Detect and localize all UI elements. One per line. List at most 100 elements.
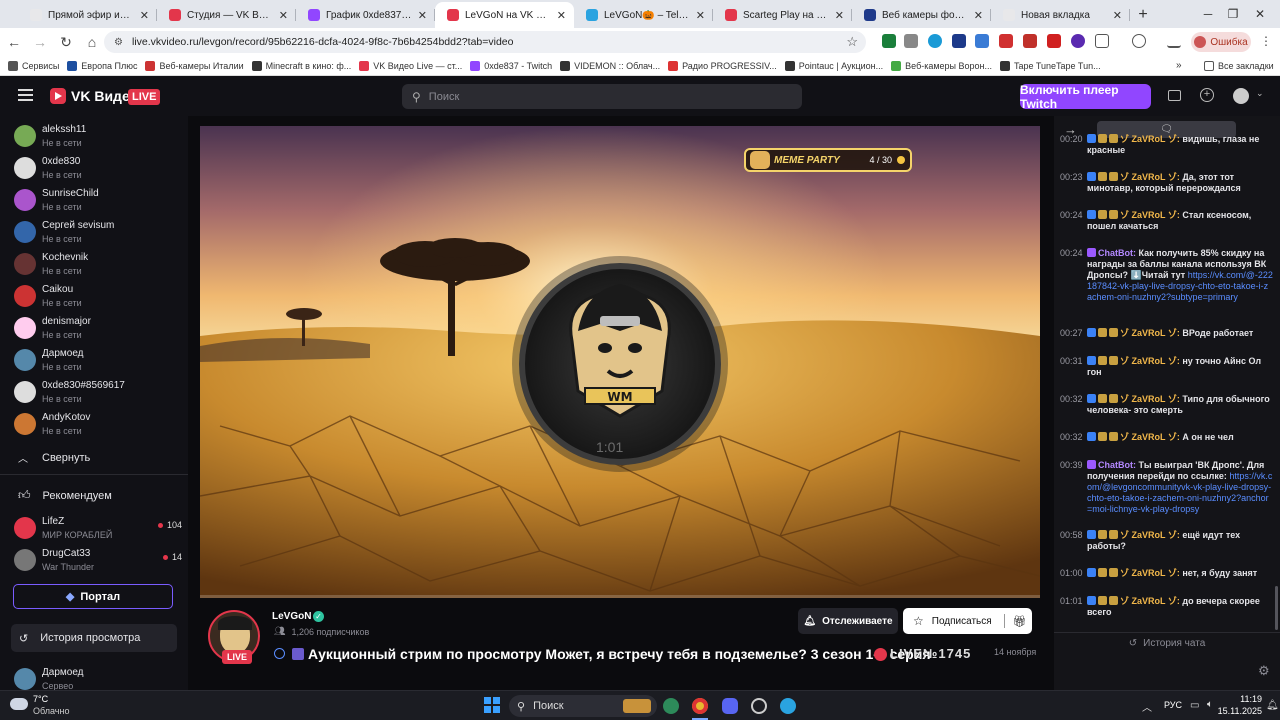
clock-time[interactable]: 11:19 — [1222, 694, 1262, 704]
close-tab-icon[interactable]: ✕ — [974, 9, 983, 22]
chat-scrollbar[interactable] — [1275, 586, 1278, 630]
discord-icon[interactable] — [722, 698, 738, 714]
extensions-puzzle-icon[interactable] — [1095, 34, 1109, 48]
sidebar-channel[interactable]: Сергей sevisum Не в сети — [14, 218, 184, 250]
forward-button[interactable]: → — [28, 30, 52, 54]
sidebar-channel[interactable]: denismajor Не в сети — [14, 314, 184, 346]
sidebar-channel[interactable]: AndyKotov Не в сети — [14, 410, 184, 442]
message-author[interactable]: ゾ ZaVRoL ゾ: — [1120, 394, 1180, 404]
reload-button[interactable]: ↻ — [54, 30, 78, 54]
close-tab-icon[interactable]: ✕ — [279, 9, 288, 22]
message-author[interactable]: ゾ ZaVRoL ゾ: — [1120, 530, 1180, 540]
portal-button[interactable]: ◆ Портал — [13, 584, 173, 609]
history-item[interactable]: Дармоед Сервео — [14, 665, 184, 690]
bookmark-star-icon[interactable]: ☆ — [846, 34, 858, 50]
message-author[interactable]: ゾ ZaVRoL ゾ: — [1120, 328, 1180, 338]
sidebar-channel[interactable]: Kochevnik Не в сети — [14, 250, 184, 282]
media-icon[interactable] — [1132, 34, 1146, 48]
url-bar[interactable]: ⚙ live.vkvideo.ru/levgon/record/95b62216… — [104, 31, 866, 53]
bookmark-item[interactable]: Pointauc | Аукцион... — [784, 60, 883, 71]
new-tab-button[interactable]: + — [1130, 2, 1156, 28]
bookmark-item[interactable]: VIDEMON :: Облач... — [560, 60, 660, 71]
message-author[interactable]: ゾ ZaVRoL ゾ: — [1120, 432, 1180, 442]
library-icon[interactable] — [1168, 90, 1181, 101]
extension-icon[interactable] — [999, 34, 1013, 48]
browser-tab[interactable]: Веб камеры фонтаны он ✕ — [852, 2, 991, 28]
site-info-icon[interactable]: ⚙ — [114, 37, 124, 48]
recommended-header[interactable]: 👍︎ Рекомендуем — [18, 488, 112, 503]
sidebar-channel[interactable]: alekssh11 Не в сети — [14, 122, 184, 154]
clock-date[interactable]: 15.11.2025 — [1200, 706, 1262, 716]
browser-tab[interactable]: Новая вкладка ✕ — [991, 2, 1130, 28]
close-window-button[interactable]: ✕ — [1240, 0, 1280, 28]
sidebar-channel[interactable]: Дармоед Не в сети — [14, 346, 184, 378]
edge-icon[interactable] — [663, 698, 679, 714]
sidebar-channel[interactable]: SunriseChild Не в сети — [14, 186, 184, 218]
browser-tab[interactable]: LeVGoN на VK Видео ✕ — [435, 2, 574, 28]
add-icon[interactable]: + — [1200, 88, 1214, 102]
message-author[interactable]: ゾ ZaVRoL ゾ: — [1120, 210, 1180, 220]
vk-video-logo-icon[interactable] — [50, 88, 66, 104]
extension-icon[interactable] — [882, 34, 896, 48]
browser-tab[interactable]: LeVGoN🎃 – Telegram ✕ — [574, 2, 713, 28]
close-tab-icon[interactable]: ✕ — [140, 9, 149, 22]
browser-tab[interactable]: Студия — VK Видео Live ✕ — [157, 2, 296, 28]
message-author[interactable]: ゾ ZaVRoL ゾ: — [1120, 596, 1180, 606]
bookmark-item[interactable]: Сервисы — [8, 60, 59, 71]
bookmark-item[interactable]: Радио PROGRESSIV... — [668, 60, 777, 71]
browser-tab[interactable]: График 0xde837 - Twitch ✕ — [296, 2, 435, 28]
close-tab-icon[interactable]: ✕ — [418, 9, 427, 22]
home-button[interactable]: ⌂ — [80, 30, 104, 54]
bookmarks-overflow-icon[interactable]: » — [1176, 60, 1182, 71]
extension-icon[interactable] — [928, 34, 942, 48]
sidebar-channel[interactable]: 0xde830#8569617 Не в сети — [14, 378, 184, 410]
video-player[interactable]: WM 1:01 MEME PARTY 4 / 30 — [200, 126, 1040, 598]
bookmark-item[interactable]: Minecraft в кино: ф... — [251, 60, 351, 71]
watch-history-button[interactable]: ↺ История просмотра — [11, 624, 177, 652]
extension-icon[interactable] — [1071, 34, 1085, 48]
bookmark-item[interactable]: Веб-камеры Ворон... — [891, 60, 992, 71]
recommended-channel[interactable]: DrugCat33 War Thunder 14 — [14, 546, 184, 578]
telegram-icon[interactable] — [780, 698, 796, 714]
close-tab-icon[interactable]: ✕ — [835, 9, 844, 22]
bookmark-item[interactable]: VK Видео Live — ст... — [359, 60, 462, 71]
collapse-button[interactable]: ︿ Свернуть — [18, 450, 90, 466]
sidebar-channel[interactable]: 0xde830 Не в сети — [14, 154, 184, 186]
weather-temp[interactable]: 7°C — [33, 694, 48, 704]
downloads-icon[interactable] — [1167, 34, 1181, 48]
back-button[interactable]: ← — [2, 30, 26, 54]
tray-chevron-up-icon[interactable]: ︿ — [1142, 699, 1152, 714]
message-author[interactable]: ゾ ZaVRoL ゾ: — [1120, 172, 1180, 182]
menu-dots-icon[interactable]: ⋮ — [1260, 34, 1272, 48]
translate-icon[interactable] — [975, 34, 989, 48]
gift-icon[interactable]: 🎁︎ — [1013, 615, 1027, 628]
bookmark-item[interactable]: Веб-камеры Италии — [145, 60, 244, 71]
close-tab-icon[interactable]: ✕ — [696, 9, 705, 22]
profile-error-button[interactable]: Ошибка — [1191, 32, 1251, 52]
chevron-down-icon[interactable]: ⌄ — [1256, 88, 1264, 99]
message-author[interactable]: ChatBot: — [1098, 248, 1136, 258]
obs-icon[interactable] — [751, 698, 767, 714]
bookmark-item[interactable]: Европа Плюс — [67, 60, 137, 71]
subscribe-button[interactable]: ☆ Подписаться 🎁︎ — [903, 608, 1032, 634]
search-input[interactable]: ⚲ Поиск — [402, 84, 802, 109]
chrome-icon[interactable] — [692, 698, 708, 714]
bookmark-item[interactable]: 0xde837 - Twitch — [470, 60, 552, 71]
browser-tab[interactable]: Прямой эфир из студии ✕ — [18, 2, 157, 28]
chat-history-button[interactable]: ↺ История чата — [1054, 638, 1280, 649]
browser-tab[interactable]: Scarteg Play на VK Виде ✕ — [713, 2, 852, 28]
message-author[interactable]: ゾ ZaVRoL ゾ: — [1120, 568, 1180, 578]
weather-desc[interactable]: Облачно — [33, 706, 69, 716]
channel-name[interactable]: LeVGoN — [272, 611, 311, 622]
notification-bell-icon[interactable]: 🔔︎ — [1266, 700, 1279, 711]
pdf-icon[interactable] — [1023, 34, 1037, 48]
chat-settings-gear-icon[interactable]: ⚙ — [1258, 663, 1270, 679]
user-avatar[interactable] — [1233, 88, 1249, 104]
windows-start-icon[interactable] — [484, 697, 500, 713]
close-tab-icon[interactable]: ✕ — [557, 9, 566, 22]
network-icon[interactable]: ▭ — [1190, 700, 1199, 711]
following-button[interactable]: 🔔︎ Отслеживаете — [798, 608, 898, 634]
taskbar-search[interactable]: ⚲ Поиск — [509, 695, 657, 717]
all-bookmarks[interactable]: Все закладки — [1204, 60, 1274, 71]
message-author[interactable]: ゾ ZaVRoL ゾ: — [1120, 134, 1180, 144]
